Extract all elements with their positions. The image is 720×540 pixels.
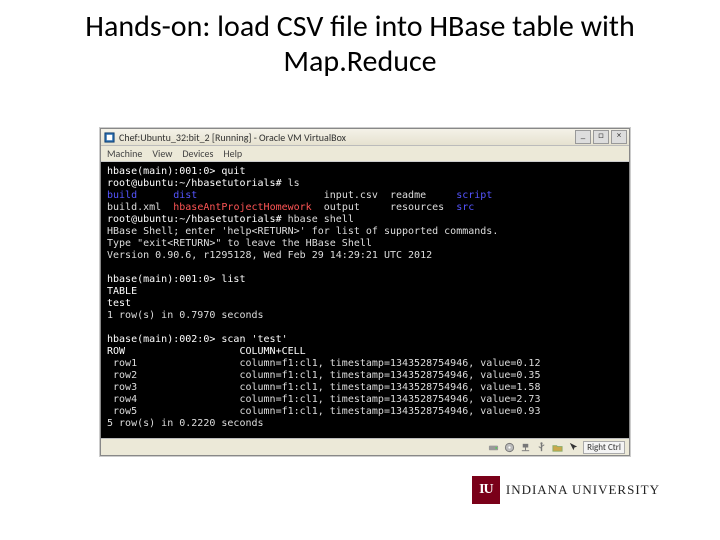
- terminal-line: Version 0.90.6, r1295128, Wed Feb 29 14:…: [107, 250, 432, 261]
- table-row: row3 column=f1:cl1, timestamp=1343528754…: [107, 382, 540, 393]
- shell-prompt: root@ubuntu:~/hbasetutorials#: [107, 214, 282, 225]
- brand: IU INDIANA UNIVERSITY: [472, 476, 660, 504]
- terminal[interactable]: hbase(main):001:0> quit root@ubuntu:~/hb…: [101, 162, 629, 438]
- maximize-button[interactable]: □: [593, 130, 609, 144]
- vm-window: Chef:Ubuntu_32:bit_2 [Running] - Oracle …: [100, 128, 630, 456]
- terminal-line: 1 row(s) in 0.7970 seconds: [107, 310, 264, 321]
- terminal-line: ROW COLUMN+CELL: [107, 346, 306, 357]
- terminal-line: hbase shell: [282, 214, 354, 225]
- terminal-line: hbase(main):001:0> list: [107, 274, 245, 285]
- network-icon: [519, 441, 531, 453]
- minimize-button[interactable]: _: [575, 130, 591, 144]
- ls-dir: build: [107, 190, 137, 201]
- optical-icon: [503, 441, 515, 453]
- ls-dir: src: [456, 202, 474, 213]
- mouse-icon: [567, 441, 579, 453]
- window-title: Chef:Ubuntu_32:bit_2 [Running] - Oracle …: [119, 131, 346, 144]
- terminal-line: hbase(main):002:0> scan 'test': [107, 334, 288, 345]
- menu-help[interactable]: Help: [223, 147, 242, 160]
- ls-dir: dist: [173, 190, 197, 201]
- terminal-line: hbase(main):001:0> quit: [107, 166, 245, 177]
- shell-prompt: root@ubuntu:~/hbasetutorials#: [107, 178, 282, 189]
- statusbar: Right Ctrl: [101, 438, 629, 455]
- host-key-label: Right Ctrl: [583, 441, 625, 454]
- ls-file: input.csv readme: [324, 190, 456, 201]
- brand-name: INDIANA UNIVERSITY: [506, 482, 660, 498]
- slide-title: Hands-on: load CSV file into HBase table…: [0, 0, 720, 85]
- terminal-line: 5 row(s) in 0.2220 seconds: [107, 418, 264, 429]
- table-row: row4 column=f1:cl1, timestamp=1343528754…: [107, 394, 540, 405]
- menu-machine[interactable]: Machine: [107, 147, 142, 160]
- usb-icon: [535, 441, 547, 453]
- titlebar[interactable]: Chef:Ubuntu_32:bit_2 [Running] - Oracle …: [101, 129, 629, 146]
- shared-folders-icon: [551, 441, 563, 453]
- menubar: Machine View Devices Help: [101, 146, 629, 162]
- menu-devices[interactable]: Devices: [182, 147, 213, 160]
- menu-view[interactable]: View: [152, 147, 172, 160]
- hdd-icon: [487, 441, 499, 453]
- terminal-line: test: [107, 298, 131, 309]
- iu-logo-icon: IU: [472, 476, 500, 504]
- ls-file: build.xml: [107, 202, 173, 213]
- close-button[interactable]: ×: [611, 130, 627, 144]
- terminal-line: HBase Shell; enter 'help<RETURN>' for li…: [107, 226, 498, 237]
- vbox-icon: [103, 131, 115, 143]
- ls-dir: script: [456, 190, 492, 201]
- ls-file: hbaseAntProjectHomework: [173, 202, 311, 213]
- table-row: row5 column=f1:cl1, timestamp=1343528754…: [107, 406, 540, 417]
- ls-file: output resources: [312, 202, 457, 213]
- terminal-line: ls: [282, 178, 300, 189]
- terminal-line: Type "exit<RETURN>" to leave the HBase S…: [107, 238, 372, 249]
- table-row: row1 column=f1:cl1, timestamp=1343528754…: [107, 358, 540, 369]
- terminal-line: TABLE: [107, 286, 137, 297]
- table-row: row2 column=f1:cl1, timestamp=1343528754…: [107, 370, 540, 381]
